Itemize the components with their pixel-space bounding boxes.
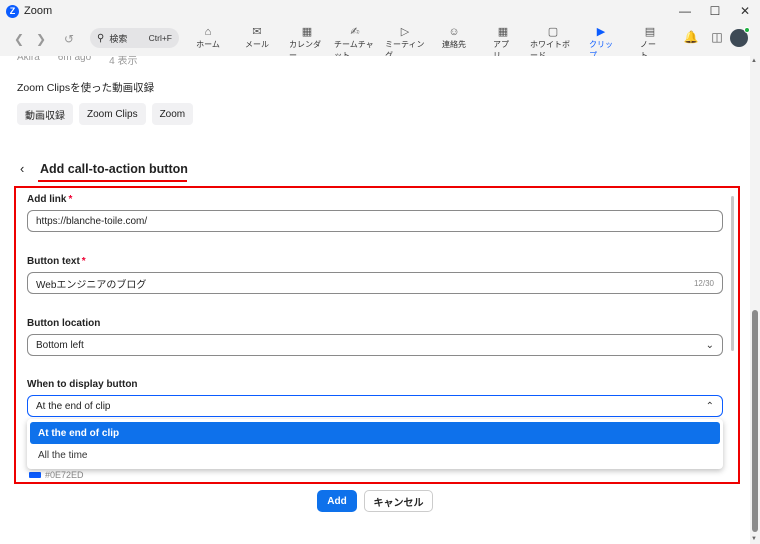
contacts-icon: ☺	[448, 26, 460, 38]
maximize-button[interactable]: ☐	[700, 0, 730, 22]
clip-title: Zoom Clipsを使った動画収録	[17, 82, 155, 94]
chat-icon: ✍	[350, 26, 360, 38]
video-icon: ▷	[400, 26, 410, 38]
status-indicator	[744, 27, 750, 33]
nav-apps[interactable]: ▦ アプリ	[493, 25, 513, 60]
highlight-box	[14, 186, 740, 484]
clips-icon: ▶	[596, 26, 606, 38]
calendar-icon: ▦	[301, 26, 313, 38]
search-icon: ⚲	[97, 32, 105, 44]
home-icon: ⌂	[204, 26, 212, 38]
nav-meetings[interactable]: ▷ ミーティング	[385, 25, 425, 60]
search-shortcut: Ctrl+F	[148, 33, 172, 43]
nav-whiteboard[interactable]: ▢ ホワイトボード	[530, 25, 576, 60]
nav-home[interactable]: ⌂ ホーム	[194, 25, 222, 55]
clip-views: 4 表示	[109, 56, 138, 67]
search-label: 検索	[109, 33, 128, 44]
tag-chip[interactable]: Zoom	[151, 103, 194, 125]
scrollbar-thumb[interactable]	[752, 310, 758, 532]
window-title: Zoom	[24, 5, 53, 17]
nav-contacts[interactable]: ☺ 連絡先	[440, 25, 468, 55]
zoom-logo-icon: Z	[6, 4, 19, 18]
nav-calendar[interactable]: ▦ カレンダー	[289, 25, 325, 60]
back-arrow-icon[interactable]: ❮	[8, 28, 30, 50]
panel-toggle-icon[interactable]: ◫	[710, 30, 724, 44]
scroll-up-icon[interactable]: ▲	[751, 58, 757, 64]
clip-author: Akira	[17, 56, 40, 63]
section-title: Add call-to-action button	[40, 162, 188, 176]
window-controls: — ☐ ✕	[670, 0, 760, 22]
window-scrollbar[interactable]: ▲ ▼	[750, 56, 760, 544]
tag-chip[interactable]: 動画収録	[17, 103, 73, 125]
back-chevron-icon[interactable]: ‹	[20, 161, 24, 176]
nav-mail[interactable]: ✉ メール	[244, 25, 270, 55]
tag-chip[interactable]: Zoom Clips	[79, 103, 146, 125]
bell-icon[interactable]: 🔔	[684, 30, 699, 44]
nav-team-chat[interactable]: ✍ チームチャット	[334, 25, 376, 60]
mail-icon: ✉	[252, 26, 262, 38]
whiteboard-icon: ▢	[547, 26, 559, 38]
clip-time: 6m ago	[57, 56, 92, 63]
title-highlight-underline	[38, 180, 187, 182]
nav-clips[interactable]: ▶ クリップ	[589, 25, 613, 60]
history-icon[interactable]: ↺	[58, 28, 80, 50]
title-bar: Z Zoom — ☐ ✕	[0, 0, 760, 22]
clip-meta: Akira 6m ago 4 表示	[17, 56, 138, 67]
minimize-button[interactable]: —	[670, 0, 700, 22]
search-input[interactable]: ⚲ 検索 Ctrl+F	[90, 28, 179, 48]
add-button[interactable]: Add	[317, 490, 357, 512]
clip-tags: 動画収録 Zoom Clips Zoom	[17, 103, 194, 125]
notes-icon: ▤	[644, 26, 656, 38]
nav-notes[interactable]: ▤ ノート	[640, 25, 660, 60]
scroll-down-icon[interactable]: ▼	[751, 536, 757, 542]
apps-icon: ▦	[497, 26, 509, 38]
main-toolbar: ❮ ❯ ↺ ⚲ 検索 Ctrl+F ⌂ ホーム ✉ メール ▦ カレンダー ✍ …	[0, 22, 760, 60]
cancel-button[interactable]: キャンセル	[364, 490, 433, 512]
forward-arrow-icon[interactable]: ❯	[30, 28, 52, 50]
close-button[interactable]: ✕	[730, 0, 760, 22]
